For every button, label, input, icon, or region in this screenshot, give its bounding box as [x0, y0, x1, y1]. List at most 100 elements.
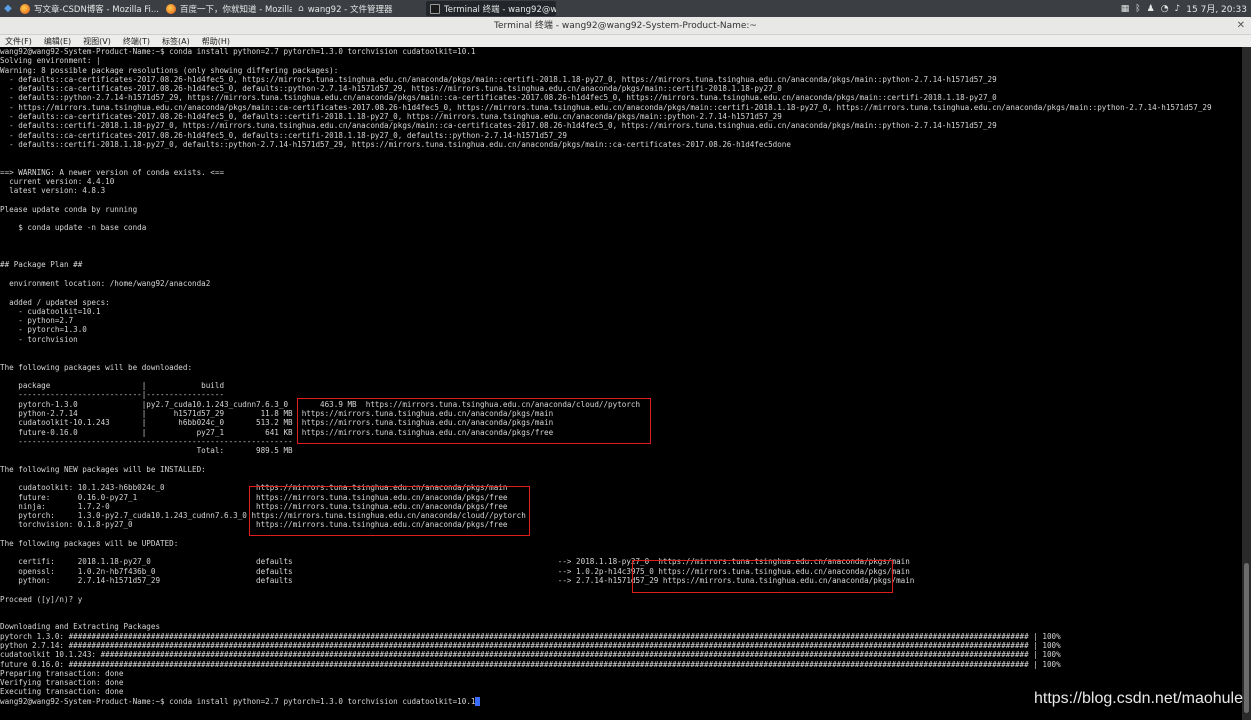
penguin-icon[interactable]: ♟ [1147, 4, 1155, 14]
terminal-scrollbar[interactable] [1242, 47, 1251, 720]
home-folder-icon: ⌂ [298, 3, 304, 14]
terminal-line: latest version: 4.8.3 [0, 186, 106, 196]
terminal-line: Downloading and Extracting Packages [0, 622, 161, 632]
terminal-line: - defaults::python-2.7.14-h1571d57_29, h… [0, 93, 997, 103]
text-cursor [475, 696, 481, 706]
terminal-line: Verifying transaction: done [0, 678, 124, 688]
terminal-line: - cudatoolkit=10.1 [0, 306, 101, 316]
terminal-line: Preparing transaction: done [0, 668, 124, 678]
menu-bar: 文件(F) 编辑(E) 视图(V) 终端(T) 标签(A) 帮助(H) [0, 35, 1251, 47]
terminal-line: environment location: /home/wang92/anaco… [0, 279, 211, 289]
bluetooth-icon[interactable]: ᛒ [1135, 4, 1140, 14]
terminal-line: certifi: 2018.1.18-py27_0 defaults --> 2… [0, 557, 910, 567]
keyboard-icon[interactable]: ▦ [1121, 4, 1130, 14]
terminal-line: - defaults::ca-certificates-2017.08.26-h… [0, 74, 997, 84]
firefox-icon [166, 3, 176, 14]
terminal-line: cudatoolkit: 10.1.243-h6bb024c_0 https:/… [0, 483, 508, 493]
menu-tabs[interactable]: 标签(A) [162, 36, 190, 47]
terminal-line: - python=2.7 [0, 316, 74, 326]
terminal-line: ---------------------------|------------… [0, 390, 225, 400]
terminal-line: current version: 4.4.10 [0, 176, 115, 186]
terminal-line: torchvision: 0.1.8-py27_0 https://mirror… [0, 520, 508, 530]
terminal-line: python-2.7.14 | h1571d57_29 11.8 MB http… [0, 408, 554, 418]
watermark: https://blog.csdn.net/maohule [1033, 690, 1243, 707]
menu-help[interactable]: 帮助(H) [202, 36, 230, 47]
terminal-line: Solving environment: | [0, 56, 101, 66]
terminal-line: - https://mirrors.tuna.tsinghua.edu.cn/a… [0, 102, 1212, 112]
app-menu-icon[interactable]: ◆ [0, 0, 16, 17]
terminal-line: pytorch 1.3.0: #########################… [0, 631, 1061, 641]
terminal-line: Please update conda by running [0, 204, 138, 214]
terminal-line: python 2.7.14: #########################… [0, 641, 1061, 650]
terminal-line: pytorch: 1.3.0-py2.7_cuda10.1.243_cudnn7… [0, 511, 526, 521]
terminal-line: wang92@wang92-System-Product-Name:~$ con… [0, 47, 476, 56]
terminal-line: pytorch-1.3.0 |py2.7_cuda10.1.243_cudnn7… [0, 399, 641, 409]
terminal-line: - defaults::certifi-2018.1.18-py27_0, ht… [0, 121, 997, 131]
terminal-line: future-0.16.0 | py27_1 641 KB https://mi… [0, 427, 554, 437]
terminal-line: ## Package Plan ## [0, 260, 83, 270]
taskbar-item-label: Terminal 终端 - wang92@wa... [444, 4, 556, 15]
terminal-line: ninja: 1.7.2-0 https://mirrors.tuna.tsin… [0, 501, 508, 511]
terminal-line: - defaults::ca-certificates-2017.08.26-h… [0, 111, 782, 121]
terminal-line: package | build [0, 381, 225, 391]
terminal-line: The following NEW packages will be INSTA… [0, 464, 206, 474]
window-titlebar[interactable]: Terminal 终端 - wang92@wang92-System-Produ… [0, 17, 1251, 35]
terminal-line: - defaults::ca-certificates-2017.08.26-h… [0, 130, 567, 140]
terminal-line: ----------------------------------------… [0, 436, 293, 446]
wifi-icon[interactable]: ◔ [1161, 4, 1169, 14]
terminal-line: - pytorch=1.3.0 [0, 325, 87, 335]
scrollbar-thumb[interactable] [1244, 563, 1249, 713]
top-panel: ◆ 写文章-CSDN博客 - Mozilla Fi... 百度一下，你就知道 -… [0, 0, 1251, 17]
terminal-line: cudatoolkit 10.1.243: ##################… [0, 650, 1061, 660]
terminal-output[interactable]: wang92@wang92-System-Product-Name:~$ con… [0, 47, 1242, 720]
close-icon[interactable]: ✕ [1237, 17, 1245, 35]
terminal-line: openssl: 1.0.2n-hb7f436b_0 defaults --> … [0, 566, 910, 576]
terminal-line: future: 0.16.0-py27_1 https://mirrors.tu… [0, 492, 508, 502]
menu-terminal[interactable]: 终端(T) [123, 36, 150, 47]
volume-icon[interactable]: ♪ [1175, 4, 1181, 14]
menu-edit[interactable]: 编辑(E) [44, 36, 71, 47]
terminal-line: Total: 989.5 MB [0, 446, 293, 456]
taskbar-item-file-manager[interactable]: ⌂ wang92 - 文件管理器 [294, 1, 424, 16]
clock[interactable]: 15 7月, 20:33 [1186, 2, 1247, 15]
taskbar-item-csdn[interactable]: 写文章-CSDN博客 - Mozilla Fi... [16, 1, 160, 16]
menu-file[interactable]: 文件(F) [5, 36, 32, 47]
taskbar-item-terminal[interactable]: Terminal 终端 - wang92@wa... [426, 1, 556, 16]
terminal-line: - defaults::ca-certificates-2017.08.26-h… [0, 84, 782, 94]
terminal-line: - defaults::certifi-2018.1.18-py27_0, de… [0, 139, 791, 149]
terminal-line: - torchvision [0, 334, 78, 344]
terminal-line: The following packages will be downloade… [0, 362, 193, 372]
terminal-line: cudatoolkit-10.1.243 | h6bb024c_0 513.2 … [0, 418, 554, 428]
terminal-icon [430, 3, 440, 14]
terminal-line: future 0.16.0: #########################… [0, 659, 1061, 669]
terminal-line: Proceed ([y]/n)? y [0, 594, 83, 604]
menu-view[interactable]: 视图(V) [83, 36, 111, 47]
system-tray: ▦ ᛒ ♟ ◔ ♪ 15 7月, 20:33 [1121, 0, 1247, 17]
terminal-line: added / updated specs: [0, 297, 110, 307]
taskbar-item-label: 写文章-CSDN博客 - Mozilla Fi... [34, 4, 160, 15]
terminal-line: Warning: 8 possible package resolutions … [0, 65, 339, 75]
taskbar-item-baidu[interactable]: 百度一下，你就知道 - Mozilla... [162, 1, 292, 16]
terminal-line: ==> WARNING: A newer version of conda ex… [0, 167, 225, 177]
firefox-icon [20, 3, 30, 14]
window-title: Terminal 终端 - wang92@wang92-System-Produ… [494, 21, 757, 31]
